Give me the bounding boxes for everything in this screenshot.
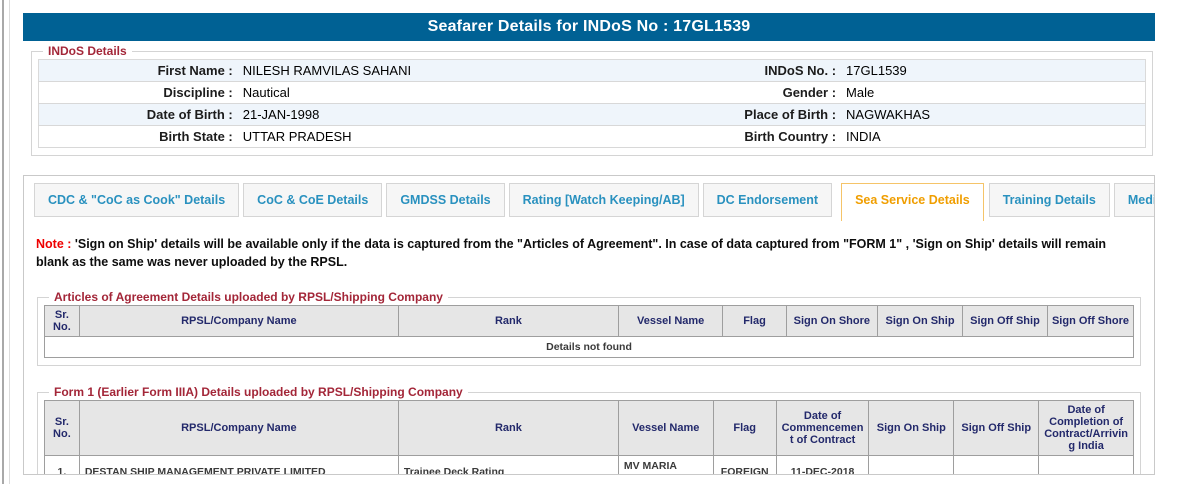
header-sign-off-ship: Sign Off Ship [963, 306, 1048, 337]
field-value-discipline: Nautical [238, 82, 708, 104]
page-container: Seafarer Details for INDoS No : 17GL1539… [23, 13, 1155, 475]
field-value-place-of-birth: NAGWAKHAS [841, 104, 1145, 126]
articles-of-agreement-table: Sr. No. RPSL/Company Name Rank Vessel Na… [44, 305, 1134, 358]
field-label-gender: Gender : [708, 82, 841, 104]
frame-border-line [9, 0, 10, 484]
details-not-found-message: Details not found [45, 337, 1134, 358]
table-header-row: Sr. No. RPSL/Company Name Rank Vessel Na… [45, 306, 1134, 337]
field-value-indos-no: 17GL1539 [841, 60, 1145, 82]
cell-vessel-name: MV MARIA DISCOVERY [618, 456, 713, 476]
header-rank: Rank [398, 401, 618, 456]
note-prefix: Note : [36, 237, 71, 251]
header-date-of-commencement: Date of Commencement of Contract [776, 401, 869, 456]
cell-sr-no: 1. [45, 456, 80, 476]
indos-row: Date of Birth : 21-JAN-1998 Place of Bir… [39, 104, 1146, 126]
tab-rating-watch-keeping-ab[interactable]: Rating [Watch Keeping/AB] [509, 183, 699, 217]
field-label-first-name: First Name : [39, 60, 238, 82]
tab-training-details[interactable]: Training Details [989, 183, 1110, 217]
cell-sign-off-ship [954, 456, 1039, 476]
form1-legend: Form 1 (Earlier Form IIIA) Details uploa… [49, 385, 468, 399]
header-sr-no: Sr. No. [45, 306, 80, 337]
indos-row: First Name : NILESH RAMVILAS SAHANI INDo… [39, 60, 1146, 82]
tab-sea-service-details[interactable]: Sea Service Details [841, 183, 984, 221]
field-label-place-of-birth: Place of Birth : [708, 104, 841, 126]
header-sign-on-ship: Sign On Ship [878, 306, 963, 337]
field-value-gender: Male [841, 82, 1145, 104]
field-value-birth-country: INDIA [841, 126, 1145, 148]
window-edge-line [2, 0, 4, 484]
tab-medical-fitness-certificate[interactable]: Medical Fitness Certificate [1114, 183, 1155, 217]
field-value-first-name: NILESH RAMVILAS SAHANI [238, 60, 708, 82]
tab-coc-coe-details[interactable]: CoC & CoE Details [243, 183, 382, 217]
indos-details-table: First Name : NILESH RAMVILAS SAHANI INDo… [38, 59, 1146, 148]
header-date-of-completion: Date of Completion of Contract/Arriving … [1039, 401, 1134, 456]
table-row: 1. DESTAN SHIP MANAGEMENT PRIVATE LIMITE… [45, 456, 1134, 476]
tab-content-panel: CDC & "CoC as Cook" Details CoC & CoE De… [23, 175, 1155, 475]
header-sign-off-ship: Sign Off Ship [954, 401, 1039, 456]
header-flag: Flag [713, 401, 776, 456]
cell-rpsl-company-name: DESTAN SHIP MANAGEMENT PRIVATE LIMITED [79, 456, 398, 476]
field-value-date-of-birth: 21-JAN-1998 [238, 104, 708, 126]
tab-gmdss-details[interactable]: GMDSS Details [386, 183, 504, 217]
cell-date-of-commencement: 11-DEC-2018 [776, 456, 869, 476]
page-title: Seafarer Details for INDoS No : 17GL1539 [23, 13, 1155, 41]
empty-result-row: Details not found [45, 337, 1134, 358]
header-rank: Rank [398, 306, 618, 337]
field-label-indos-no: INDoS No. : [708, 60, 841, 82]
header-rpsl-company-name: RPSL/Company Name [79, 401, 398, 456]
indos-details-legend: INDoS Details [43, 44, 132, 58]
indos-row: Discipline : Nautical Gender : Male [39, 82, 1146, 104]
indos-row: Birth State : UTTAR PRADESH Birth Countr… [39, 126, 1146, 148]
header-vessel-name: Vessel Name [618, 401, 713, 456]
field-label-discipline: Discipline : [39, 82, 238, 104]
note-text: 'Sign on Ship' details will be available… [36, 237, 1106, 269]
table-header-row: Sr. No. RPSL/Company Name Rank Vessel Na… [45, 401, 1134, 456]
header-sign-off-shore: Sign Off Shore [1047, 306, 1133, 337]
header-sign-on-ship: Sign On Ship [869, 401, 954, 456]
tab-dc-endorsement[interactable]: DC Endorsement [703, 183, 832, 217]
sign-on-ship-note: Note : 'Sign on Ship' details will be av… [36, 236, 1142, 271]
field-label-date-of-birth: Date of Birth : [39, 104, 238, 126]
cell-rank: Trainee Deck Rating [398, 456, 618, 476]
header-flag: Flag [723, 306, 786, 337]
articles-of-agreement-legend: Articles of Agreement Details uploaded b… [49, 290, 448, 304]
header-sign-on-shore: Sign On Shore [786, 306, 877, 337]
tab-cdc-coc-as-cook-details[interactable]: CDC & "CoC as Cook" Details [34, 183, 239, 217]
field-value-birth-state: UTTAR PRADESH [238, 126, 708, 148]
tab-strip: CDC & "CoC as Cook" Details CoC & CoE De… [34, 183, 1144, 221]
field-label-birth-state: Birth State : [39, 126, 238, 148]
header-sr-no: Sr. No. [45, 401, 80, 456]
form1-section: Form 1 (Earlier Form IIIA) Details uploa… [37, 385, 1141, 475]
header-rpsl-company-name: RPSL/Company Name [79, 306, 398, 337]
cell-date-of-completion [1039, 456, 1134, 476]
indos-details-section: INDoS Details First Name : NILESH RAMVIL… [31, 44, 1153, 156]
field-label-birth-country: Birth Country : [708, 126, 841, 148]
articles-of-agreement-section: Articles of Agreement Details uploaded b… [37, 290, 1141, 366]
cell-sign-on-ship [869, 456, 954, 476]
header-vessel-name: Vessel Name [618, 306, 723, 337]
form1-table: Sr. No. RPSL/Company Name Rank Vessel Na… [44, 400, 1134, 475]
cell-flag: FOREIGN [713, 456, 776, 476]
